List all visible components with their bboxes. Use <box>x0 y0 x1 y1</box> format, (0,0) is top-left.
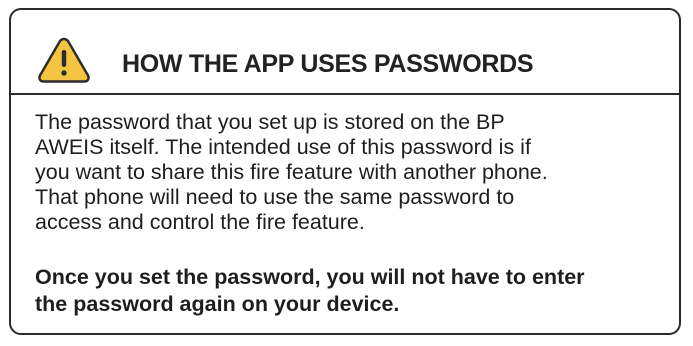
notice-note: Once you set the password, you will not … <box>35 264 665 318</box>
body-line: access and control the fire feature. <box>35 210 365 234</box>
notice-title: HOW THE APP USES PASSWORDS <box>122 50 534 78</box>
body-line: That phone will need to use the same pas… <box>35 185 515 209</box>
warning-triangle-icon <box>38 37 90 83</box>
note-line: Once you set the password, you will not … <box>35 265 585 289</box>
notice-body: The password that you set up is stored o… <box>35 110 665 235</box>
body-line: you want to share this fire feature with… <box>35 160 548 184</box>
notice-header: HOW THE APP USES PASSWORDS <box>11 10 679 93</box>
header-divider <box>11 93 679 95</box>
password-info-card: HOW THE APP USES PASSWORDS The password … <box>9 8 681 335</box>
body-line: The password that you set up is stored o… <box>35 110 505 134</box>
note-line: the password again on your device. <box>35 292 400 316</box>
body-line: AWEIS itself. The intended use of this p… <box>35 135 531 159</box>
